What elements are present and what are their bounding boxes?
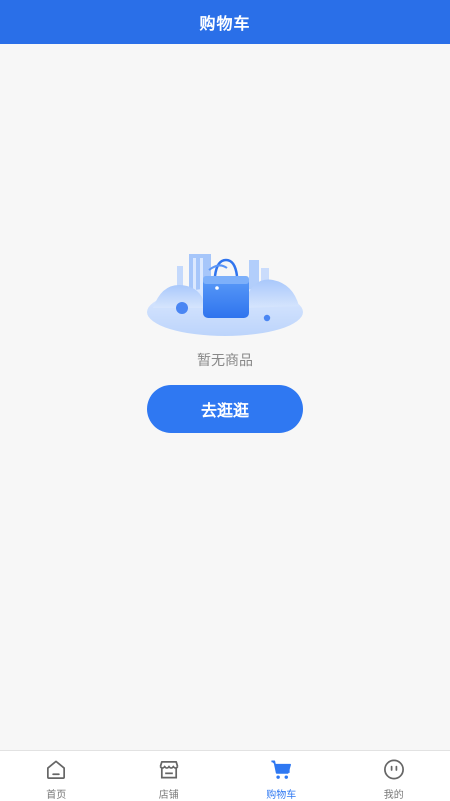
tab-store[interactable]: 店铺 [113,751,226,801]
tab-store-label: 店铺 [159,786,179,801]
cart-icon [269,758,293,781]
tab-profile-label: 我的 [384,786,404,801]
empty-cart-illustration [143,246,307,342]
tab-home-label: 首页 [46,786,66,801]
empty-message: 暂无商品 [0,350,450,370]
go-shopping-button[interactable]: 去逛逛 [147,385,303,433]
store-icon [157,758,181,781]
header-bar: 购物车 [0,0,450,44]
page-title: 购物车 [199,10,250,34]
home-icon [44,758,68,781]
tab-cart[interactable]: 购物车 [225,751,338,801]
profile-icon [382,758,406,781]
tab-profile[interactable]: 我的 [338,751,450,801]
tab-cart-label: 购物车 [266,786,296,801]
tab-home[interactable]: 首页 [0,751,113,801]
bottom-tab-bar: 首页 店铺 购物车 我的 [0,750,450,801]
